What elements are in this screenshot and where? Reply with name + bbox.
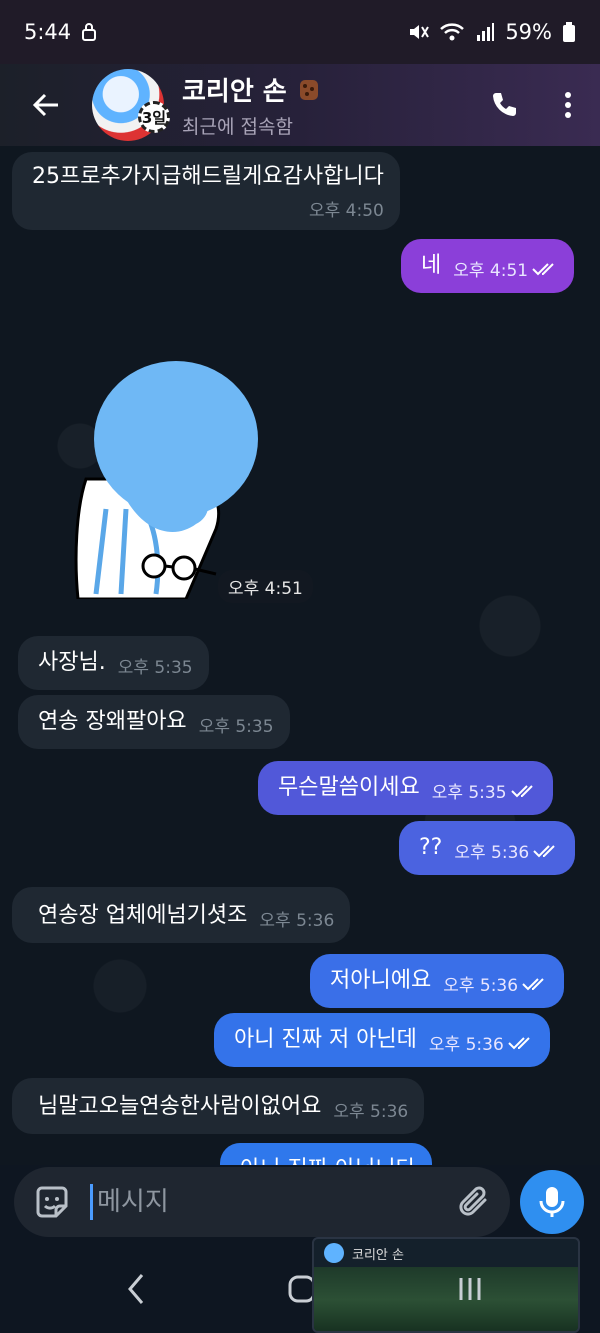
nav-recents-button[interactable]: [440, 1269, 500, 1309]
sticker-button[interactable]: [14, 1167, 90, 1237]
chat-area[interactable]: 25프로추가지급해드릴게요감사합니다 오후 4:50 네 오후 4:51 오후 …: [0, 146, 600, 1165]
sticker-icon: [36, 1186, 68, 1218]
paperclip-icon: [459, 1186, 487, 1216]
message-meta: 오후 5:36: [429, 1030, 534, 1055]
sticker-image[interactable]: [66, 359, 276, 599]
pip-title: 코리안 손: [352, 1247, 404, 1263]
message-outgoing[interactable]: 무슨말씀이세요 오후 5:35: [258, 761, 553, 815]
message-meta: 오후 4:51: [453, 256, 558, 281]
message-time: 오후 5:35: [198, 717, 274, 737]
double-check-icon: [533, 844, 555, 857]
nav-back-button[interactable]: [106, 1269, 166, 1309]
message-outgoing[interactable]: 네 오후 4:51: [401, 239, 575, 293]
battery-level: 59%: [505, 20, 552, 44]
chat-header: 3일 코리안 손 최근에 접속함: [0, 64, 600, 146]
message-text: 네: [421, 253, 442, 278]
message-time: 오후 5:36: [259, 911, 335, 931]
message-incoming[interactable]: 25프로추가지급해드릴게요감사합니다 오후 4:50: [12, 152, 400, 230]
nav-back-icon: [128, 1274, 144, 1304]
message-meta: 오후 5:36: [259, 906, 334, 931]
cookie-emoji-icon: [299, 79, 318, 100]
battery-icon: [563, 22, 575, 42]
more-button[interactable]: [536, 73, 600, 137]
message-text: 연송장 업체에넘기셧조: [38, 903, 248, 928]
message-meta: 오후 5:36: [333, 1097, 408, 1122]
wifi-icon: [440, 23, 465, 41]
message-text: 사장님.: [38, 650, 106, 675]
message-time: 오후 5:36: [333, 1102, 409, 1122]
message-text: 무슨말씀이세요: [278, 775, 420, 800]
pip-header: 코리안 손: [314, 1239, 578, 1267]
message-time: 오후 5:36: [443, 976, 519, 996]
message-text: 아니 진짜 저 아닌데: [234, 1027, 417, 1052]
attach-button[interactable]: [440, 1167, 510, 1237]
message-meta: 오후 5:35: [199, 712, 274, 737]
status-time: 5:44: [24, 20, 72, 44]
nav-recents-icon: [459, 1278, 481, 1300]
message-incoming[interactable]: 연송 장왜팔아요 오후 5:35: [18, 695, 290, 749]
double-check-icon: [522, 977, 544, 990]
message-time: 오후 5:36: [454, 843, 530, 863]
message-meta: 오후 4:50: [309, 196, 384, 221]
last-seen: 최근에 접속함: [182, 116, 293, 138]
message-incoming[interactable]: 연송장 업체에넘기셧조 오후 5:36: [12, 887, 351, 943]
avatar[interactable]: 3일: [92, 69, 170, 141]
message-outgoing[interactable]: 아니 진짜 아닙니다: [220, 1143, 432, 1165]
voice-record-button[interactable]: [520, 1170, 584, 1234]
double-check-icon: [532, 262, 554, 275]
message-text: 연송 장왜팔아요: [38, 709, 187, 734]
back-button[interactable]: [0, 64, 92, 146]
signal-icon: [477, 23, 495, 41]
message-text: 님말고오늘연송한사람이없어요: [38, 1094, 322, 1119]
message-outgoing[interactable]: ?? 오후 5:36: [399, 821, 576, 875]
message-text: 아니 진짜 아닙니다: [240, 1155, 416, 1165]
contact-name: 코리안 손: [182, 77, 287, 107]
double-check-icon: [508, 1036, 530, 1049]
back-arrow-icon: [32, 93, 58, 117]
message-meta: 오후 5:35: [432, 778, 537, 803]
message-meta: 오후 5:36: [443, 971, 548, 996]
message-incoming[interactable]: 사장님. 오후 5:35: [18, 636, 209, 690]
message-meta: 오후 5:35: [118, 653, 193, 678]
message-incoming[interactable]: 님말고오늘연송한사람이없어요 오후 5:36: [12, 1078, 425, 1134]
message-meta: 오후 5:36: [454, 838, 559, 863]
message-time: 오후 5:36: [428, 1035, 504, 1055]
lock-icon: [82, 23, 97, 41]
message-composer: [14, 1167, 510, 1237]
message-text: 25프로추가지급해드릴게요감사합니다: [32, 164, 384, 189]
pip-avatar: [324, 1243, 344, 1263]
message-text: 저아니에요: [330, 968, 432, 993]
phone-icon: [493, 93, 516, 116]
message-outgoing[interactable]: 아니 진짜 저 아닌데 오후 5:36: [214, 1013, 550, 1067]
message-text: ??: [419, 835, 443, 860]
sticker-time: 오후 4:51: [218, 570, 313, 603]
message-time: 오후 5:35: [117, 658, 193, 678]
microphone-icon: [539, 1187, 565, 1217]
message-time: 오후 5:35: [431, 783, 507, 803]
call-button[interactable]: [472, 73, 536, 137]
message-time: 오후 4:50: [308, 201, 384, 221]
mute-icon: [410, 25, 430, 39]
chat-title: 코리안 손: [182, 71, 472, 108]
story-badge: 3일: [138, 101, 170, 133]
message-outgoing[interactable]: 저아니에요 오후 5:36: [310, 954, 565, 1008]
status-bar: 5:44 59%: [0, 0, 600, 64]
double-check-icon: [510, 784, 533, 797]
chat-title-block[interactable]: 코리안 손 최근에 접속함: [182, 71, 472, 139]
more-vertical-icon: [565, 92, 571, 118]
message-input[interactable]: [90, 1184, 440, 1220]
message-time: 오후 4:51: [453, 261, 529, 281]
